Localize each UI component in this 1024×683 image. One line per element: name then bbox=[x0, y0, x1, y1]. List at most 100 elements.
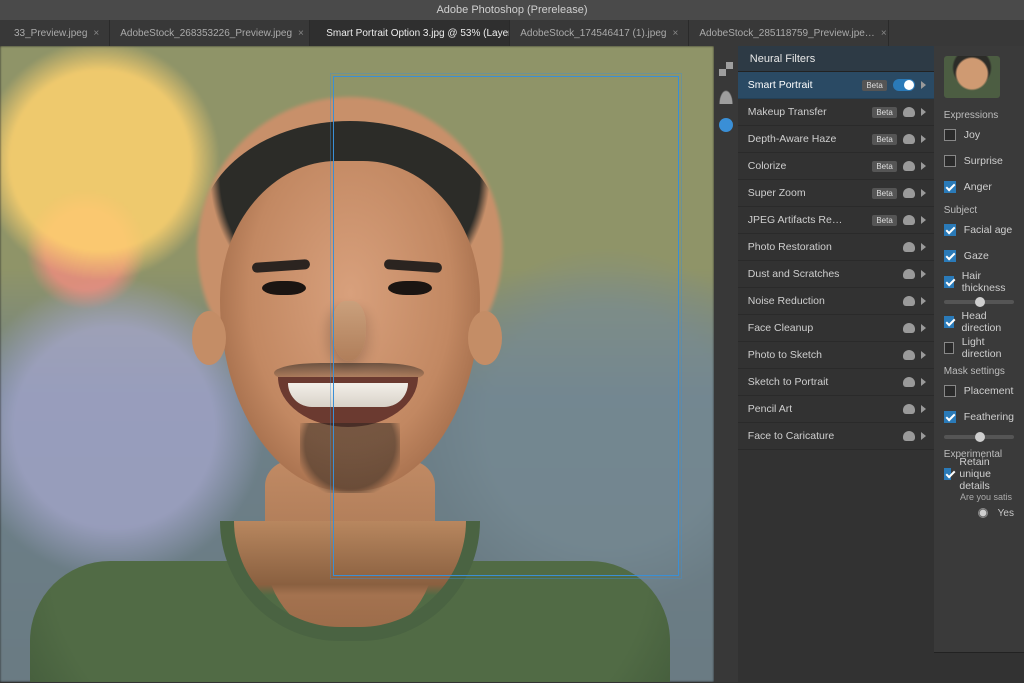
document-tab[interactable]: AdobeStock_268353226_Preview.jpeg× bbox=[110, 20, 310, 46]
filter-name: Pencil Art bbox=[748, 403, 897, 415]
setting-option[interactable]: Surprise bbox=[944, 153, 1014, 169]
setting-checkbox[interactable] bbox=[944, 316, 954, 328]
filter-row[interactable]: Super ZoomBeta bbox=[738, 180, 934, 207]
cloud-download-icon[interactable] bbox=[903, 296, 915, 306]
setting-option[interactable]: Placement bbox=[944, 383, 1014, 399]
filter-row[interactable]: Photo to Sketch bbox=[738, 342, 934, 369]
section-title: Mask settings bbox=[944, 366, 1014, 377]
setting-slider[interactable] bbox=[944, 435, 1014, 439]
filter-row[interactable]: Makeup TransferBeta bbox=[738, 99, 934, 126]
all-filters-icon[interactable] bbox=[719, 62, 733, 76]
filter-row[interactable]: Pencil Art bbox=[738, 396, 934, 423]
setting-label: Feathering bbox=[964, 411, 1014, 423]
filter-list-panel: Neural Filters Smart PortraitBetaMakeup … bbox=[738, 46, 934, 682]
chevron-right-icon bbox=[921, 135, 926, 143]
cloud-download-icon[interactable] bbox=[903, 377, 915, 387]
setting-option[interactable]: Head direction bbox=[944, 314, 1014, 330]
setting-slider[interactable] bbox=[944, 300, 1014, 304]
close-icon[interactable]: × bbox=[93, 28, 99, 39]
chevron-right-icon bbox=[921, 189, 926, 197]
filter-row[interactable]: Face to Caricature bbox=[738, 423, 934, 450]
filter-row[interactable]: Sketch to Portrait bbox=[738, 369, 934, 396]
document-tab[interactable]: AdobeStock_285118759_Preview.jpe… × bbox=[689, 20, 889, 46]
setting-option[interactable]: Joy bbox=[944, 127, 1014, 143]
close-icon[interactable]: × bbox=[672, 28, 678, 39]
filter-row[interactable]: Photo Restoration bbox=[738, 234, 934, 261]
chevron-right-icon bbox=[921, 405, 926, 413]
setting-option[interactable]: Anger bbox=[944, 179, 1014, 195]
beta-badge: Beta bbox=[872, 188, 896, 199]
cloud-download-icon[interactable] bbox=[903, 431, 915, 441]
document-tab-bar: 33_Preview.jpeg×AdobeStock_268353226_Pre… bbox=[0, 20, 1024, 46]
filter-row[interactable]: Face Cleanup bbox=[738, 315, 934, 342]
filter-name: Face Cleanup bbox=[748, 322, 897, 334]
setting-option[interactable]: Light direction bbox=[944, 340, 1014, 356]
setting-option[interactable]: Gaze bbox=[944, 248, 1014, 264]
setting-option[interactable]: Retain unique details bbox=[944, 466, 1014, 482]
cloud-download-icon[interactable] bbox=[903, 215, 915, 225]
setting-option[interactable]: Facial age bbox=[944, 222, 1014, 238]
filter-row[interactable]: Noise Reduction bbox=[738, 288, 934, 315]
cloud-download-icon[interactable] bbox=[903, 242, 915, 252]
face-thumbnail[interactable] bbox=[944, 56, 1000, 98]
beta-badge: Beta bbox=[872, 107, 896, 118]
filter-row[interactable]: JPEG Artifacts Re…Beta bbox=[738, 207, 934, 234]
beta-badge: Beta bbox=[872, 161, 896, 172]
beta-badge: Beta bbox=[872, 134, 896, 145]
document-tab[interactable]: 33_Preview.jpeg× bbox=[4, 20, 110, 46]
chevron-right-icon bbox=[921, 297, 926, 305]
cloud-download-icon[interactable] bbox=[903, 404, 915, 414]
feedback-prompt: Are you satis bbox=[944, 492, 1014, 502]
setting-checkbox[interactable] bbox=[944, 411, 956, 423]
setting-checkbox[interactable] bbox=[944, 155, 956, 167]
cloud-download-icon[interactable] bbox=[903, 161, 915, 171]
feedback-yes-label: Yes bbox=[998, 508, 1014, 519]
canvas[interactable] bbox=[0, 46, 714, 682]
filter-row[interactable]: Dust and Scratches bbox=[738, 261, 934, 288]
section-title: Subject bbox=[944, 205, 1014, 216]
setting-checkbox[interactable] bbox=[944, 129, 956, 141]
setting-checkbox[interactable] bbox=[944, 468, 952, 480]
cloud-download-icon[interactable] bbox=[903, 134, 915, 144]
chevron-right-icon bbox=[921, 324, 926, 332]
chevron-right-icon bbox=[921, 378, 926, 386]
setting-label: Light direction bbox=[962, 336, 1014, 360]
setting-checkbox[interactable] bbox=[944, 250, 956, 262]
app-title: Adobe Photoshop (Prerelease) bbox=[436, 4, 587, 16]
panel-title[interactable]: Neural Filters bbox=[738, 46, 934, 72]
setting-checkbox[interactable] bbox=[944, 276, 954, 288]
filter-row[interactable]: ColorizeBeta bbox=[738, 153, 934, 180]
filter-name: Photo Restoration bbox=[748, 241, 897, 253]
setting-label: Surprise bbox=[964, 155, 1003, 167]
cloud-download-icon[interactable] bbox=[903, 350, 915, 360]
setting-checkbox[interactable] bbox=[944, 181, 956, 193]
cloud-download-icon[interactable] bbox=[903, 323, 915, 333]
portrait-filters-icon[interactable] bbox=[719, 90, 733, 104]
slider-handle[interactable] bbox=[975, 432, 985, 442]
setting-option[interactable]: Hair thickness bbox=[944, 274, 1014, 290]
filter-toggle[interactable] bbox=[893, 79, 915, 91]
setting-label: Hair thickness bbox=[962, 270, 1014, 294]
cloud-download-icon[interactable] bbox=[903, 107, 915, 117]
close-icon[interactable]: × bbox=[298, 28, 304, 39]
close-icon[interactable]: × bbox=[881, 28, 887, 39]
setting-checkbox[interactable] bbox=[944, 224, 956, 236]
document-tab[interactable]: AdobeStock_174546417 (1).jpeg× bbox=[510, 20, 689, 46]
setting-checkbox[interactable] bbox=[944, 342, 954, 354]
slider-handle[interactable] bbox=[975, 297, 985, 307]
setting-option[interactable]: Feathering bbox=[944, 409, 1014, 425]
document-tab[interactable]: Smart Portrait Option 3.jpg @ 53% (Layer… bbox=[310, 20, 510, 46]
filter-row[interactable]: Smart PortraitBeta bbox=[738, 72, 934, 99]
feedback-yes-radio[interactable] bbox=[978, 508, 988, 518]
filter-name: Noise Reduction bbox=[748, 295, 897, 307]
tab-label: AdobeStock_285118759_Preview.jpe… bbox=[699, 28, 875, 39]
filter-name: Photo to Sketch bbox=[748, 349, 897, 361]
filter-name: Smart Portrait bbox=[748, 79, 857, 91]
cloud-download-icon[interactable] bbox=[903, 188, 915, 198]
setting-checkbox[interactable] bbox=[944, 385, 956, 397]
filter-row[interactable]: Depth-Aware HazeBeta bbox=[738, 126, 934, 153]
output-bar: Output New Layer bbox=[934, 652, 1024, 682]
beta-badge: Beta bbox=[872, 215, 896, 226]
chevron-right-icon bbox=[921, 351, 926, 359]
cloud-download-icon[interactable] bbox=[903, 269, 915, 279]
